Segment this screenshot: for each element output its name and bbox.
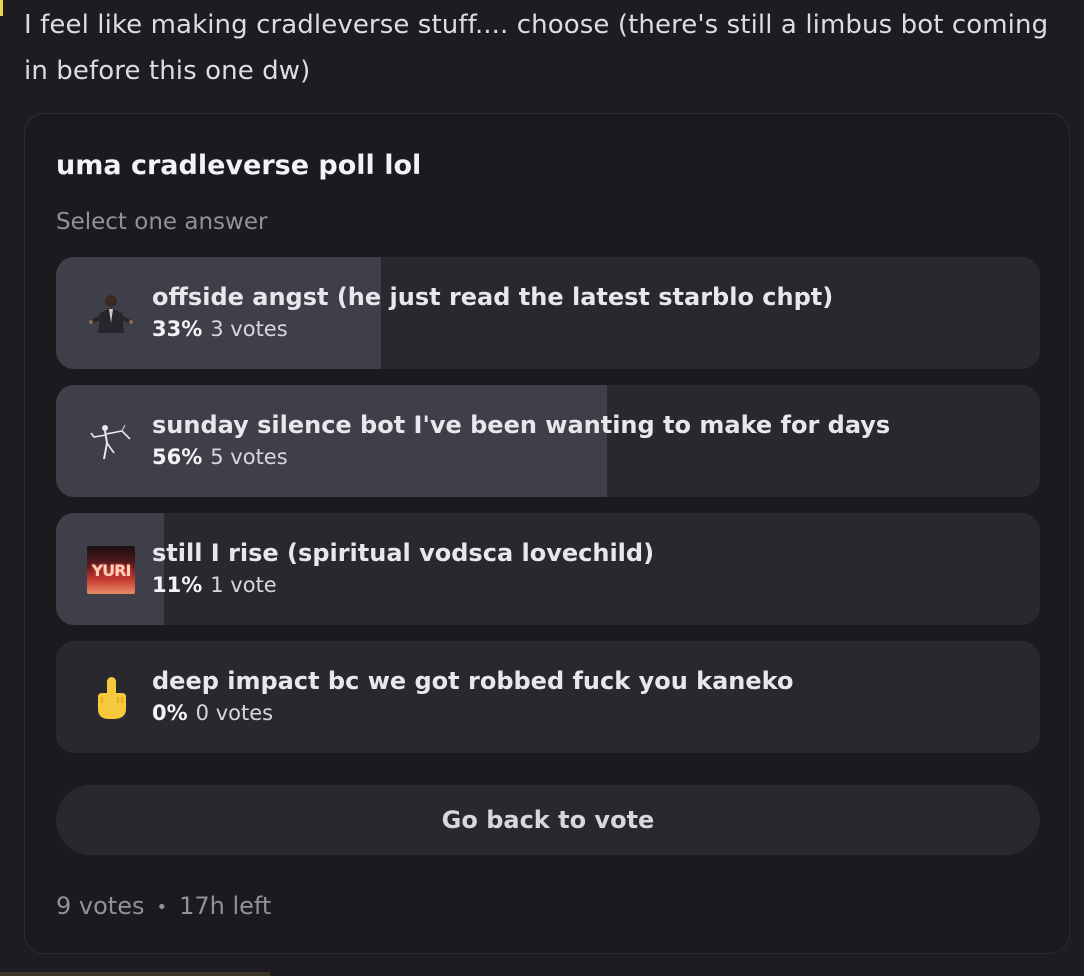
poll-answer-label: sunday silence bot I've been wanting to … [152, 411, 891, 439]
poll-answer-4[interactable]: deep impact bc we got robbed fuck you ka… [56, 641, 1040, 753]
poll-time-left: 17h left [179, 892, 272, 920]
poll-answer-percent: 0% [152, 701, 188, 725]
message-text: I feel like making cradleverse stuff....… [24, 10, 1049, 86]
poll-answer-percent: 33% [152, 317, 203, 341]
bottom-divider [0, 972, 270, 976]
yuri-emoji-text: YURI [87, 546, 135, 594]
poll-total-votes: 9 votes [56, 892, 145, 920]
poll-question: uma cradleverse poll lol [56, 150, 422, 181]
poll-answer-2[interactable]: sunday silence bot I've been wanting to … [56, 385, 1040, 497]
poll-answer-label: deep impact bc we got robbed fuck you ka… [152, 667, 794, 695]
poll-card: uma cradleverse poll lol Select one answ… [24, 113, 1070, 954]
poll-footer: 9 votes • 17h left [56, 892, 271, 920]
poll-answer-3[interactable]: YURI still I rise (spiritual vodsca love… [56, 513, 1040, 625]
poll-answer-votes: 1 vote [210, 573, 277, 597]
poll-answers: offside angst (he just read the latest s… [56, 257, 1040, 769]
man-in-suit-emoji-icon [86, 289, 136, 339]
discord-message: I feel like making cradleverse stuff....… [0, 0, 1084, 976]
poll-footer-separator: • [156, 896, 168, 918]
skeletal-figure-emoji-icon [86, 417, 136, 467]
poll-answer-percent: 11% [152, 573, 203, 597]
poll-answer-votes: 5 votes [210, 445, 288, 469]
mention-highlight-bar [0, 0, 3, 16]
poll-answer-votes: 0 votes [195, 701, 274, 725]
poll-instruction: Select one answer [56, 209, 268, 235]
middle-finger-emoji-icon [86, 673, 136, 723]
poll-answer-percent: 56% [152, 445, 203, 469]
poll-answer-1[interactable]: offside angst (he just read the latest s… [56, 257, 1040, 369]
yuri-emoji-icon: YURI [86, 545, 136, 595]
poll-answer-label: still I rise (spiritual vodsca lovechild… [152, 539, 655, 567]
poll-answer-label: offside angst (he just read the latest s… [152, 283, 834, 311]
poll-answer-votes: 3 votes [210, 317, 288, 341]
go-back-to-vote-button[interactable]: Go back to vote [56, 785, 1040, 855]
